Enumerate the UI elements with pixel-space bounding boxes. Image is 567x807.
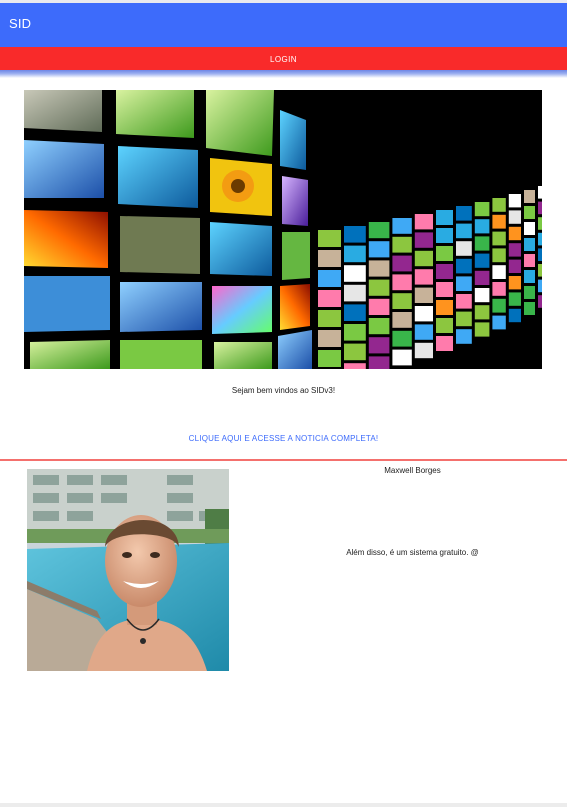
footer-border [0, 803, 567, 807]
profile-photo [27, 469, 229, 671]
full-news-link[interactable]: CLIQUE AQUI E ACESSE A NOTICIA COMPLETA! [0, 434, 567, 443]
hero-image [24, 90, 542, 369]
profile-name: Maxwell Borges [384, 466, 441, 475]
nav-shadow [0, 70, 567, 78]
login-link[interactable]: LOGIN [270, 55, 297, 64]
welcome-text: Sejam bem vindos ao SIDv3! [231, 386, 336, 395]
app-header: SID [0, 3, 567, 47]
profile-description: Além disso, é um sistema gratuito. @ [346, 548, 479, 557]
section-divider [0, 459, 567, 461]
app-title[interactable]: SID [9, 16, 31, 31]
nav-bar: LOGIN [0, 47, 567, 70]
